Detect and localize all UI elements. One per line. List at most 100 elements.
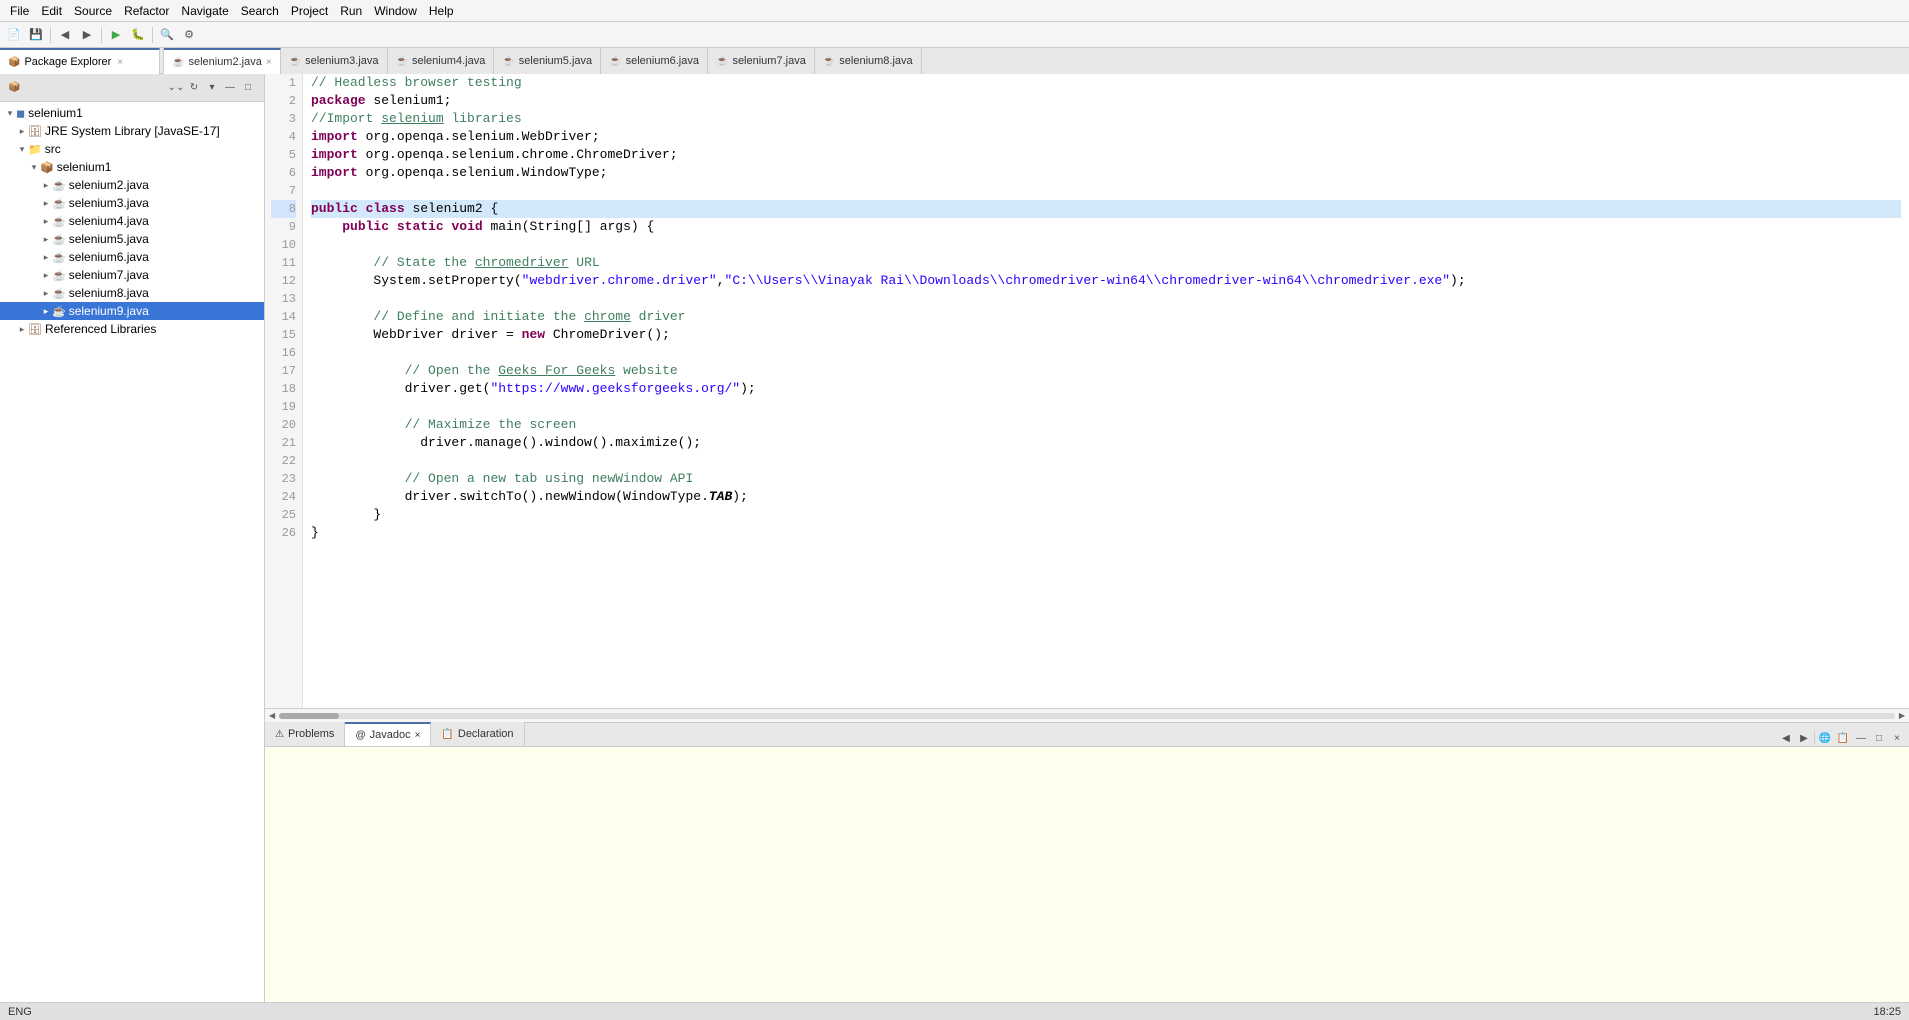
tab-selenium2[interactable]: ☕ selenium2.java × <box>164 48 281 74</box>
code-line-19 <box>311 398 1901 416</box>
tree-item-s3[interactable]: ▸ ☕ selenium3.java <box>0 194 264 212</box>
code-line-4: import org.openqa.selenium.WebDriver; <box>311 128 1901 146</box>
bottom-tab-javadoc[interactable]: @ Javadoc × <box>345 722 431 746</box>
tree-item-s5[interactable]: ▸ ☕ selenium5.java <box>0 230 264 248</box>
panel-sync-btn[interactable]: ↻ <box>186 80 202 96</box>
menu-file[interactable]: File <box>4 2 35 20</box>
toggle-s9[interactable]: ▸ <box>40 306 52 317</box>
package-explorer-icon: 📦 <box>8 57 20 68</box>
settings-button[interactable]: ⚙ <box>179 25 199 45</box>
editor-content[interactable]: 1 2 3 4 5 6 7 8 9 10 11 12 13 <box>265 74 1909 708</box>
toggle-s2[interactable]: ▸ <box>40 180 52 191</box>
debug-button[interactable]: 🐛 <box>128 25 148 45</box>
bottom-panel-back[interactable]: ◀ <box>1778 730 1794 746</box>
save-button[interactable]: 💾 <box>26 25 46 45</box>
menu-source[interactable]: Source <box>68 2 118 20</box>
code-9-text: main(String[] args) { <box>483 218 655 236</box>
code-line-7 <box>311 182 1901 200</box>
tab-selenium6-label: selenium6.java <box>626 55 699 67</box>
menu-window[interactable]: Window <box>368 2 423 20</box>
ln-13: 13 <box>271 290 296 308</box>
panel-menu-btn[interactable]: ▾ <box>204 80 220 96</box>
panel-min-btn[interactable]: — <box>222 80 238 96</box>
java-file-icon-3: ☕ <box>52 197 66 210</box>
menu-project[interactable]: Project <box>285 2 334 20</box>
panel-max-btn[interactable]: □ <box>240 80 256 96</box>
scroll-track[interactable] <box>279 713 1895 719</box>
menu-run[interactable]: Run <box>334 2 368 20</box>
toggle-jre[interactable]: ▸ <box>16 126 28 137</box>
toggle-s7[interactable]: ▸ <box>40 270 52 281</box>
tree-item-s6[interactable]: ▸ ☕ selenium6.java <box>0 248 264 266</box>
tree-item-selenium1[interactable]: ▾ ◼ selenium1 <box>0 104 264 122</box>
package-explorer-close[interactable]: × <box>117 57 123 68</box>
bottom-tab-javadoc-close[interactable]: × <box>415 730 421 741</box>
bottom-tab-problems[interactable]: ⚠ Problems <box>265 722 345 746</box>
code-line-15: WebDriver driver = new ChromeDriver(); <box>311 326 1901 344</box>
scroll-right-arrow[interactable]: ▶ <box>1899 711 1905 720</box>
tab-selenium4[interactable]: ☕ selenium4.java <box>388 48 495 74</box>
menu-refactor[interactable]: Refactor <box>118 2 175 20</box>
bottom-panel-max[interactable]: □ <box>1871 730 1887 746</box>
bottom-panel-min[interactable]: — <box>1853 730 1869 746</box>
code-3-ul: selenium <box>381 110 443 128</box>
tree-item-pkg[interactable]: ▾ 📦 selenium1 <box>0 158 264 176</box>
tree-label-s3: selenium3.java <box>69 196 149 210</box>
toggle-s8[interactable]: ▸ <box>40 288 52 299</box>
editor-hscrollbar[interactable]: ◀ ▶ <box>265 708 1909 722</box>
bottom-panel-fwd[interactable]: ▶ <box>1796 730 1812 746</box>
toggle-src[interactable]: ▾ <box>16 144 28 155</box>
bottom-tab-javadoc-label: Javadoc <box>370 729 411 741</box>
menu-edit[interactable]: Edit <box>35 2 68 20</box>
scroll-left-arrow[interactable]: ◀ <box>269 711 275 720</box>
menu-help[interactable]: Help <box>423 2 460 20</box>
toggle-pkg[interactable]: ▾ <box>28 162 40 173</box>
forward-button[interactable]: ▶ <box>77 25 97 45</box>
code-15-kw: new <box>522 326 545 344</box>
new-button[interactable]: 📄 <box>4 25 24 45</box>
tree-item-s2[interactable]: ▸ ☕ selenium2.java <box>0 176 264 194</box>
tree-item-src[interactable]: ▾ 📁 src <box>0 140 264 158</box>
bottom-panel-copy[interactable]: 📋 <box>1835 730 1851 746</box>
tab-selenium5[interactable]: ☕ selenium5.java <box>494 48 601 74</box>
toggle-s6[interactable]: ▸ <box>40 252 52 263</box>
toggle-s3[interactable]: ▸ <box>40 198 52 209</box>
tab-selenium7[interactable]: ☕ selenium7.java <box>708 48 815 74</box>
code-8-sp <box>358 200 366 218</box>
toggle-reflibs[interactable]: ▸ <box>16 324 28 335</box>
tree-item-s4[interactable]: ▸ ☕ selenium4.java <box>0 212 264 230</box>
tab-bar-row: 📦 Package Explorer × ☕ selenium2.java × … <box>0 48 1909 74</box>
code-9-kw2: static <box>397 218 444 236</box>
toggle-s4[interactable]: ▸ <box>40 216 52 227</box>
code-lines[interactable]: // Headless browser testing package sele… <box>303 74 1909 708</box>
tree-item-s8[interactable]: ▸ ☕ selenium8.java <box>0 284 264 302</box>
tree-item-s9[interactable]: ▸ ☕ selenium9.java <box>0 302 264 320</box>
scroll-thumb[interactable] <box>279 713 339 719</box>
tree-item-jre[interactable]: ▸ 🗄 JRE System Library [JavaSE-17] <box>0 122 264 140</box>
tree-item-s7[interactable]: ▸ ☕ selenium7.java <box>0 266 264 284</box>
tab-selenium3[interactable]: ☕ selenium3.java <box>281 48 388 74</box>
toggle-s5[interactable]: ▸ <box>40 234 52 245</box>
tab-selenium6[interactable]: ☕ selenium6.java <box>601 48 708 74</box>
java-icon-7: ☕ <box>716 56 728 67</box>
panel-pkg-icon: 📦 <box>8 82 20 93</box>
bottom-tab-declaration[interactable]: 📋 Declaration <box>431 722 524 746</box>
back-button[interactable]: ◀ <box>55 25 75 45</box>
project-icon: ◼ <box>16 107 25 120</box>
ln-22: 22 <box>271 452 296 470</box>
search-button[interactable]: 🔍 <box>157 25 177 45</box>
run-button[interactable]: ▶ <box>106 25 126 45</box>
bottom-panel-open-browser[interactable]: 🌐 <box>1817 730 1833 746</box>
tab-selenium8[interactable]: ☕ selenium8.java <box>815 48 922 74</box>
tab-selenium2-close[interactable]: × <box>266 57 272 68</box>
toggle-selenium1[interactable]: ▾ <box>4 108 16 119</box>
tree-item-reflibs[interactable]: ▸ 🗄 Referenced Libraries <box>0 320 264 338</box>
menu-search[interactable]: Search <box>235 2 285 20</box>
panel-collapse-btn[interactable]: ⌄⌄ <box>168 80 184 96</box>
menu-navigate[interactable]: Navigate <box>175 2 234 20</box>
ln-6: 6 <box>271 164 296 182</box>
bottom-panel-close[interactable]: × <box>1889 730 1905 746</box>
code-20-text: // Maximize the screen <box>405 416 577 434</box>
package-explorer-tab[interactable]: 📦 Package Explorer × <box>0 48 160 74</box>
tree-label-s5: selenium5.java <box>69 232 149 246</box>
